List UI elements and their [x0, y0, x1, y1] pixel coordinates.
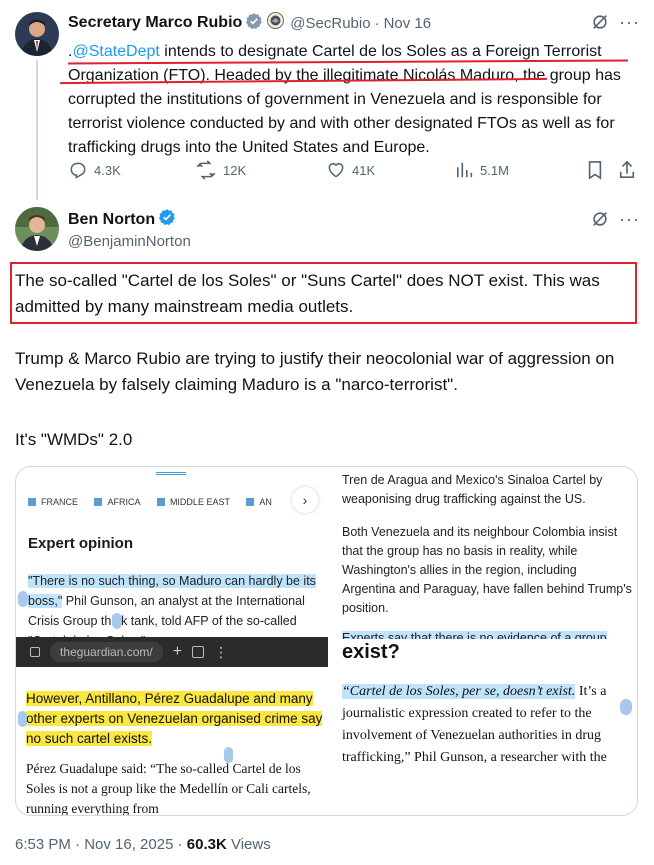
menu-dots-icon[interactable]: ⋮ — [214, 644, 228, 661]
avatar-rubio[interactable] — [15, 12, 59, 56]
right-quote-paragraph: “Cartel de los Soles, per se, doesn’t ex… — [342, 681, 627, 769]
nav-item[interactable]: AN — [246, 497, 272, 507]
thread-connector-line — [36, 60, 38, 200]
right-paragraph-1: Tren de Aragua and Mexico's Sinaloa Cart… — [342, 473, 603, 506]
yellow-highlight-paragraph: However, Antillano, Pérez Guadalupe and … — [26, 691, 323, 746]
article-heading-expert-opinion: Expert opinion — [28, 535, 133, 552]
browser-url-bar: theguardian.com/ + ⋮ — [16, 637, 328, 667]
share-icon — [618, 160, 636, 180]
repost-button[interactable]: 12K — [195, 160, 246, 180]
handle-norton[interactable]: @BenjaminNorton — [68, 233, 191, 250]
view-count-total: 60.3K — [186, 836, 227, 853]
nav-strip: FRANCE AFRICA MIDDLE EAST AN — [28, 493, 328, 511]
grok-icon[interactable] — [591, 13, 609, 36]
verified-gray-badge-icon — [245, 12, 263, 35]
nav-next-icon[interactable]: › — [292, 487, 318, 513]
quoted-tweet-actions: 4.3K 12K 41K 5.1M — [68, 160, 638, 184]
handle-rubio[interactable]: @SecRubio — [290, 15, 370, 32]
mention-statedept[interactable]: @StateDept — [72, 43, 159, 60]
panel-divider — [330, 467, 332, 815]
like-count: 41K — [352, 162, 376, 178]
bookmark-button[interactable] — [586, 160, 604, 180]
avatar-norton[interactable] — [15, 207, 59, 251]
highlighted-claim-text: The so-called "Cartel de los Soles" or "… — [15, 271, 600, 316]
site-logo-icon — [156, 467, 186, 475]
main-paragraph-3: It's "WMDs" 2.0 — [15, 430, 133, 449]
right-paragraph-2: Both Venezuela and its neighbour Colombi… — [342, 525, 632, 615]
repost-icon — [195, 160, 217, 180]
author-name-rubio[interactable]: Secretary Marco Rubio — [68, 14, 242, 32]
selection-handle-icon — [112, 613, 122, 629]
selection-handle-icon — [18, 711, 27, 727]
nav-item[interactable]: AFRICA — [94, 497, 140, 507]
panel-bottom-right: exist? “Cartel de los Soles, per se, doe… — [334, 639, 637, 815]
government-seal-icon — [267, 12, 285, 34]
reply-icon — [68, 160, 88, 180]
selection-handle-icon — [18, 591, 28, 607]
nav-item[interactable]: FRANCE — [28, 497, 78, 507]
bookmark-icon — [586, 160, 604, 180]
grok-icon[interactable] — [591, 210, 609, 233]
right-quote-highlight: “Cartel de los Soles, per se, doesn’t ex… — [342, 684, 576, 699]
tabs-icon[interactable] — [30, 647, 40, 657]
more-options-icon[interactable]: ··· — [619, 209, 640, 230]
author-name-norton[interactable]: Ben Norton — [68, 211, 155, 229]
share-button[interactable] — [618, 160, 636, 180]
reply-button[interactable]: 4.3K — [68, 160, 121, 180]
url-text[interactable]: theguardian.com/ — [50, 642, 163, 662]
panel-bottom-left: However, Antillano, Pérez Guadalupe and … — [16, 667, 328, 816]
panel-top-left: FRANCE AFRICA MIDDLE EAST AN › Expert op… — [16, 467, 328, 645]
quoted-tweet-text: .@StateDept intends to designate Cartel … — [68, 40, 638, 160]
meta-separator: · — [374, 14, 380, 32]
panel-top-right: Tren de Aragua and Mexico's Sinaloa Cart… — [334, 467, 637, 645]
nav-item[interactable]: MIDDLE EAST — [156, 497, 230, 507]
selection-handle-icon — [620, 699, 632, 715]
heart-icon — [326, 160, 346, 180]
reply-count: 4.3K — [94, 162, 121, 178]
tab-count-icon[interactable] — [192, 646, 205, 658]
like-button[interactable]: 41K — [326, 160, 375, 180]
guardian-quote-paragraph: Pérez Guadalupe said: “The so-called Car… — [26, 761, 311, 816]
right-heading-exist: exist? — [342, 641, 400, 663]
tweet-timestamp-line: 6:53 PM · Nov 16, 2025 · 60.3K Views — [15, 836, 271, 853]
verified-blue-badge-icon — [158, 208, 176, 231]
timestamp[interactable]: 6:53 PM · Nov 16, 2025 · — [15, 836, 187, 853]
media-image-collage[interactable]: FRANCE AFRICA MIDDLE EAST AN › Expert op… — [15, 466, 638, 816]
views-button[interactable]: 5.1M — [456, 160, 509, 180]
new-tab-icon[interactable]: + — [173, 643, 182, 661]
left-quote-paragraph: "There is no such thing, so Maduro can h… — [28, 571, 318, 645]
quoted-tweet-header: Secretary Marco Rubio @SecRubio · Nov 16 — [68, 12, 431, 34]
main-paragraph-2: Trump & Marco Rubio are trying to justif… — [15, 349, 615, 394]
view-count: 5.1M — [480, 162, 509, 178]
views-label: Views — [226, 836, 271, 853]
main-tweet-header: Ben Norton @BenjaminNorton — [68, 208, 191, 250]
repost-count: 12K — [223, 162, 247, 178]
analytics-bars-icon — [456, 160, 474, 180]
more-options-icon[interactable]: ··· — [619, 12, 640, 33]
tweet-date[interactable]: Nov 16 — [384, 15, 432, 32]
